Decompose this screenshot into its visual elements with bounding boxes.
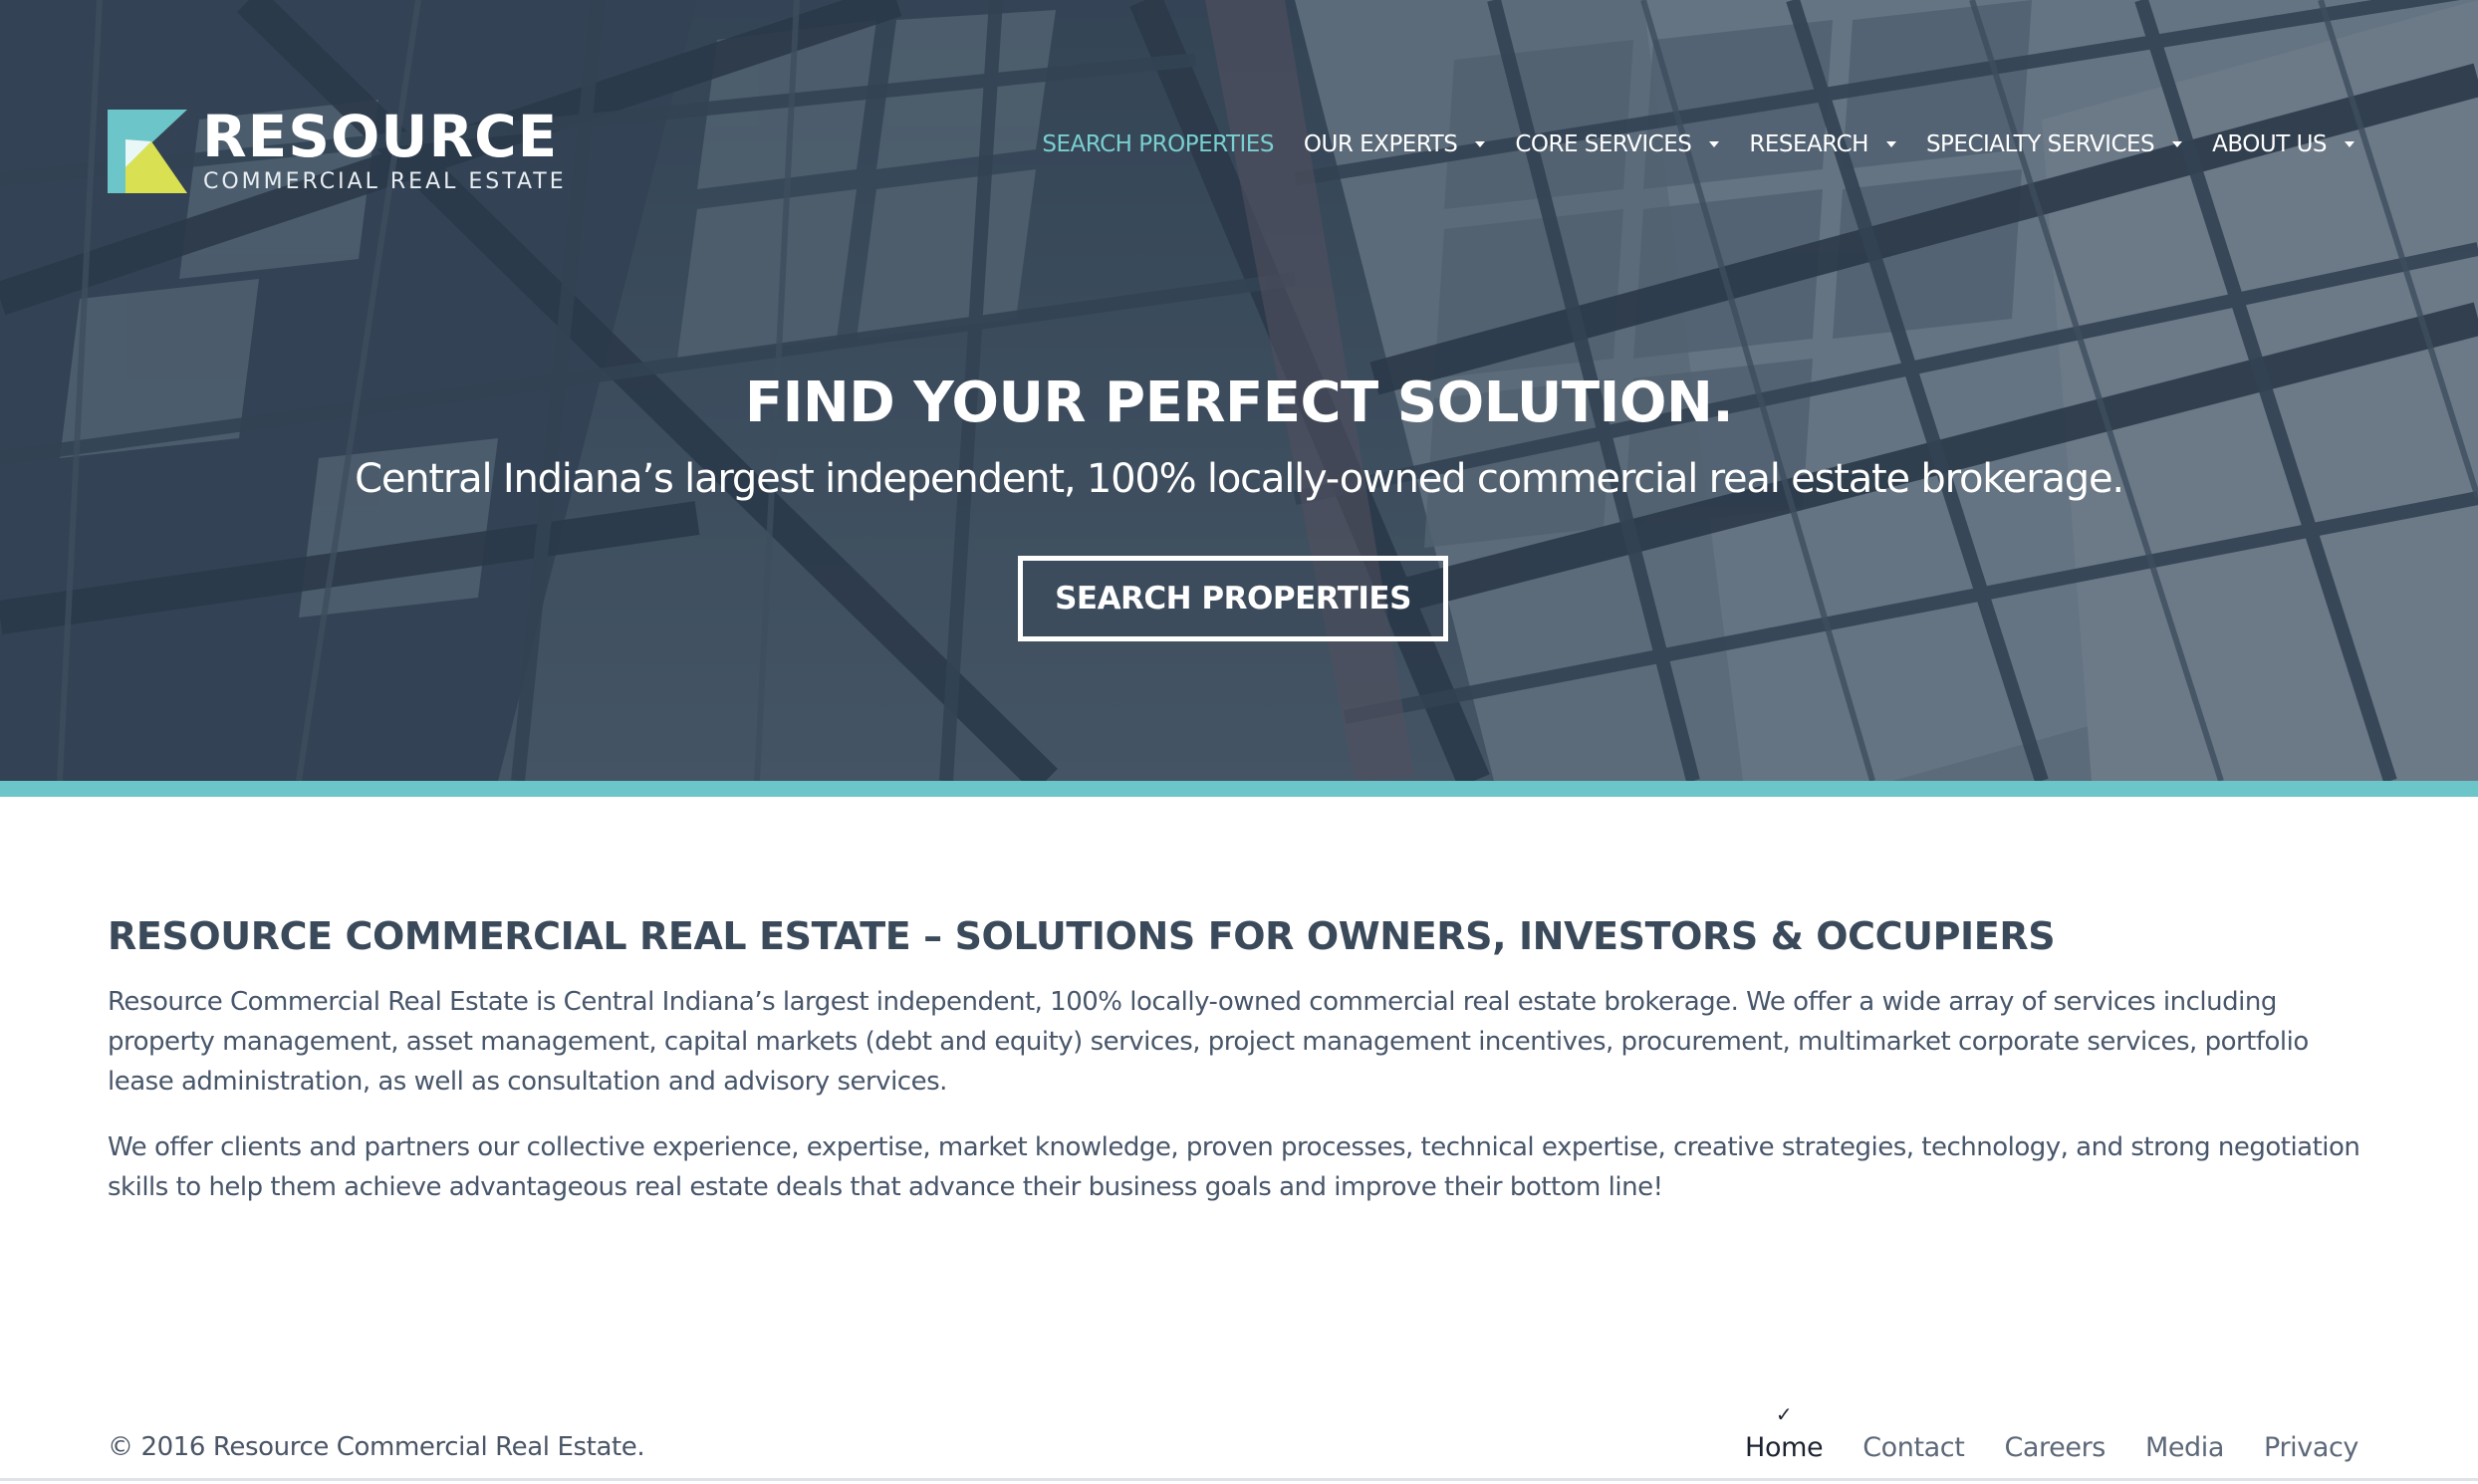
- caret-down-icon: [1709, 141, 1720, 147]
- footer-link-privacy[interactable]: Privacy: [2264, 1432, 2358, 1463]
- nav-label: RESEARCH: [1749, 131, 1868, 157]
- caret-down-icon: [1885, 141, 1896, 147]
- main-nav: SEARCH PROPERTIES OUR EXPERTS CORE SERVI…: [1042, 127, 2354, 161]
- nav-label: CORE SERVICES: [1515, 131, 1692, 157]
- check-icon: ✓: [1775, 1402, 1793, 1426]
- search-properties-button[interactable]: SEARCH PROPERTIES: [1018, 556, 1448, 641]
- copyright-text: © 2016 Resource Commercial Real Estate.: [108, 1432, 645, 1462]
- footer-link-media[interactable]: Media: [2145, 1432, 2224, 1463]
- hero-subtitle: Central Indiana’s largest independent, 1…: [355, 456, 2124, 502]
- footer-link-contact[interactable]: Contact: [1862, 1432, 1965, 1463]
- caret-down-icon: [1475, 141, 1486, 147]
- footer-link-careers[interactable]: Careers: [2004, 1432, 2106, 1463]
- intro-paragraph: Resource Commercial Real Estate is Centr…: [108, 987, 2309, 1097]
- caret-down-icon: [2172, 141, 2183, 147]
- footer-link-label: Home: [1745, 1432, 1824, 1463]
- nav-core-services[interactable]: CORE SERVICES: [1515, 131, 1720, 157]
- nav-specialty-services[interactable]: SPECIALTY SERVICES: [1925, 131, 2183, 157]
- site-logo[interactable]: RESOURCE COMMERCIAL REAL ESTATE: [108, 104, 567, 199]
- nav-about-us[interactable]: ABOUT US: [2212, 131, 2354, 157]
- nav-label: OUR EXPERTS: [1303, 131, 1458, 157]
- nav-search-properties[interactable]: SEARCH PROPERTIES: [1042, 131, 1274, 157]
- footer-nav: ✓ Home Contact Careers Media Privacy: [1745, 1402, 2358, 1463]
- footer-link-home[interactable]: ✓ Home: [1745, 1402, 1824, 1463]
- logo-mark-icon: [108, 110, 187, 193]
- logo-name: RESOURCE: [202, 103, 559, 170]
- hero-accent-band: [0, 781, 2478, 797]
- nav-our-experts[interactable]: OUR EXPERTS: [1303, 131, 1486, 157]
- nav-label: ABOUT US: [2212, 131, 2327, 157]
- intro-section: RESOURCE COMMERCIAL REAL ESTATE – SOLUTI…: [108, 914, 2368, 1207]
- intro-heading: RESOURCE COMMERCIAL REAL ESTATE – SOLUTI…: [108, 914, 2056, 958]
- bottom-divider: [0, 1478, 2478, 1481]
- nav-research[interactable]: RESEARCH: [1749, 131, 1896, 157]
- logo-tagline: COMMERCIAL REAL ESTATE: [203, 169, 567, 194]
- hero-title: FIND YOUR PERFECT SOLUTION.: [744, 371, 1734, 435]
- hero-section: RESOURCE COMMERCIAL REAL ESTATE SEARCH P…: [0, 0, 2478, 781]
- nav-label: SEARCH PROPERTIES: [1042, 131, 1274, 157]
- caret-down-icon: [2345, 141, 2354, 147]
- intro-paragraph: We offer clients and partners our collec…: [108, 1132, 2360, 1202]
- nav-label: SPECIALTY SERVICES: [1925, 131, 2155, 157]
